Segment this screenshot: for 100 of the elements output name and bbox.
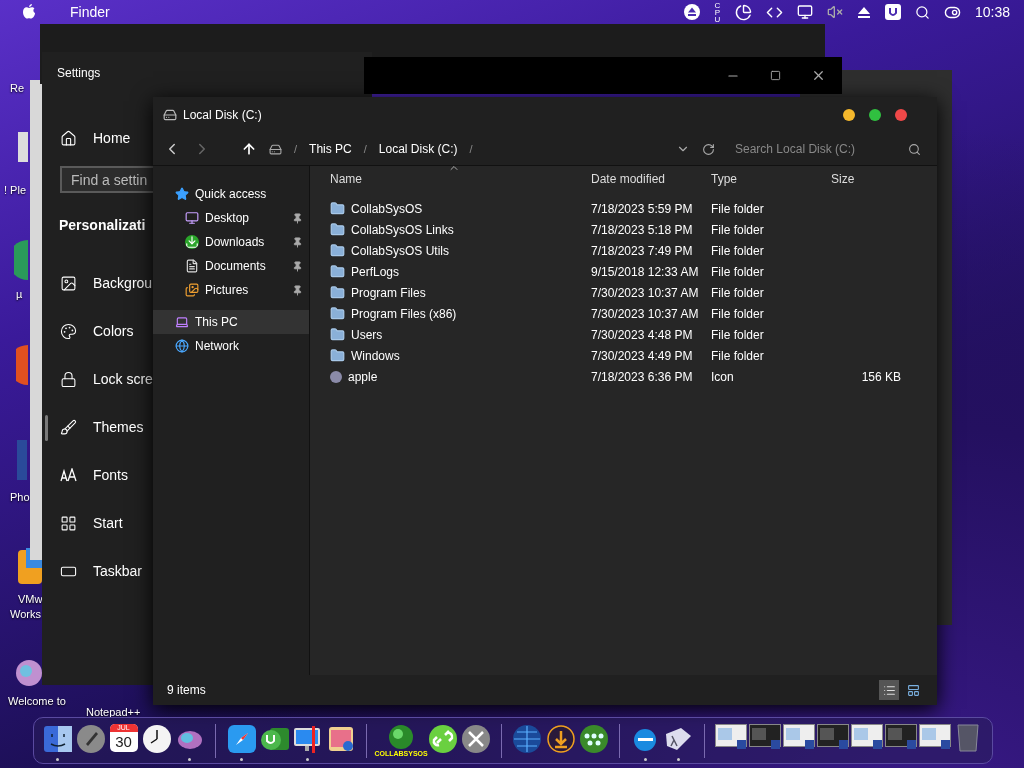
file-label: apple: [348, 369, 378, 384]
path-separator: /: [469, 143, 473, 155]
close-button[interactable]: [895, 109, 907, 121]
fonts-icon: [60, 468, 77, 482]
file-label: Program Files: [351, 285, 426, 300]
list-icon: [882, 683, 896, 697]
drive-icon: [163, 108, 177, 122]
settings-nav-item[interactable]: Themes: [57, 403, 144, 451]
compass-icon: [226, 723, 257, 754]
app-name[interactable]: Finder: [70, 4, 110, 20]
search-field[interactable]: Find a settin: [60, 166, 153, 193]
eject-icon: [856, 6, 871, 18]
desktop-icon: [18, 132, 28, 162]
people-icon: [578, 723, 609, 754]
type-cell-text: File folder: [711, 243, 765, 258]
date-cell-text: 7/30/2023 10:37 AM: [591, 285, 700, 300]
folder-icon: [330, 222, 345, 237]
settings-nav-item[interactable]: Fonts: [57, 451, 128, 499]
maximize-button[interactable]: [869, 109, 881, 121]
path-separator: /: [363, 143, 367, 155]
settings-nav-item[interactable]: Taskbar: [57, 547, 143, 595]
trash-icon: [957, 723, 980, 752]
details-view-button[interactable]: [879, 680, 899, 700]
eject-icon: [683, 4, 700, 20]
sidebar-item[interactable]: This PC: [153, 310, 309, 334]
section-title: Personalizati: [59, 217, 146, 233]
settings-nav-item[interactable]: Lock scre: [57, 355, 153, 403]
file-name[interactable]: Program Files: [330, 285, 591, 300]
settings-nav-item[interactable]: Start: [57, 499, 123, 547]
file-name[interactable]: CollabSysOS Utils: [330, 243, 591, 258]
desktop-label: µ: [16, 288, 23, 300]
file-label: Program Files (x86): [351, 306, 457, 321]
close-icon[interactable]: [811, 68, 826, 83]
sidebar-item[interactable]: Network: [153, 334, 309, 358]
window-thumbnail-icon: [782, 723, 815, 750]
item-count: 9 items: [167, 683, 206, 697]
image-icon: [60, 274, 77, 292]
link-icon: [427, 723, 458, 754]
type-cell-text: File folder: [711, 222, 765, 237]
document-icon: [185, 259, 199, 273]
column-header[interactable]: Size: [831, 172, 901, 186]
drive-icon: [269, 142, 282, 156]
file-name[interactable]: Users: [330, 327, 591, 342]
date-cell-text: 7/18/2023 6:36 PM: [591, 369, 694, 384]
file-name[interactable]: apple: [330, 369, 591, 384]
lock-icon: [60, 370, 77, 388]
home-item[interactable]: Home: [57, 114, 131, 162]
type-cell-text: Icon: [711, 369, 735, 384]
file-label: CollabSysOS Utils: [351, 243, 450, 258]
running-dot: [306, 757, 310, 761]
search-icon: [914, 4, 930, 20]
column-header[interactable]: Type: [711, 172, 831, 186]
monitor-icon: [185, 211, 199, 225]
finder-icon: [42, 723, 73, 754]
file-name[interactable]: PerfLogs: [330, 264, 591, 279]
window-thumbnail-icon: [850, 723, 883, 750]
desktop-icon: [16, 345, 28, 385]
window-title: Settings: [57, 66, 101, 80]
file-name[interactable]: Windows: [330, 348, 591, 363]
settings-nav-item[interactable]: Backgrou: [57, 259, 153, 307]
tools-icon: [460, 723, 491, 754]
maximize-icon[interactable]: [770, 70, 781, 81]
settings-nav-item[interactable]: Colors: [57, 307, 134, 355]
desktop-icon: [17, 440, 27, 480]
sidebar-item[interactable]: Desktop: [153, 206, 309, 230]
window-thumbnail-icon: [748, 723, 781, 750]
date-cell-text: 7/30/2023 10:37 AM: [591, 306, 700, 321]
sidebar-item[interactable]: Documents: [153, 254, 309, 278]
column-header[interactable]: Name: [330, 172, 591, 186]
breadcrumb-item[interactable]: Local Disk (C:): [378, 142, 458, 156]
sidebar-item[interactable]: Downloads: [153, 230, 309, 254]
sidebar-item[interactable]: Pictures: [153, 278, 309, 302]
file-label: CollabSysOS Links: [351, 222, 454, 237]
file-name[interactable]: CollabSysOS: [330, 201, 591, 216]
download-icon: [545, 723, 576, 754]
column-header[interactable]: Date modified: [591, 172, 711, 186]
refresh-button[interactable]: [702, 142, 715, 156]
search-icon: [908, 142, 921, 156]
date-cell-text: 7/30/2023 4:49 PM: [591, 348, 694, 363]
desktop-label: Welcome to: [8, 695, 66, 707]
minimize-button[interactable]: [843, 109, 855, 121]
type-cell-text: File folder: [711, 327, 765, 342]
date-cell-text: 7/18/2023 7:49 PM: [591, 243, 694, 258]
download-icon: [185, 235, 199, 249]
file-name[interactable]: Program Files (x86): [330, 306, 591, 321]
up-button[interactable]: [241, 141, 257, 157]
running-dot: [56, 757, 59, 761]
sidebar-item[interactable]: Quick access: [153, 182, 309, 206]
running-dot: [677, 757, 680, 761]
clock[interactable]: 10:38: [974, 4, 1010, 20]
breadcrumb-item[interactable]: This PC: [309, 142, 352, 156]
file-label: Windows: [351, 348, 400, 363]
folder-icon: [330, 264, 345, 279]
window-thumbnail-icon: [714, 723, 747, 750]
file-name[interactable]: CollabSysOS Links: [330, 222, 591, 237]
desktop-label: VMw: [18, 593, 43, 605]
cpu-label[interactable]: CPU: [713, 1, 721, 23]
search-field[interactable]: Search Local Disk (C:): [733, 141, 907, 157]
desktop-icon: [14, 240, 28, 280]
desktop-label: Works: [10, 608, 41, 620]
